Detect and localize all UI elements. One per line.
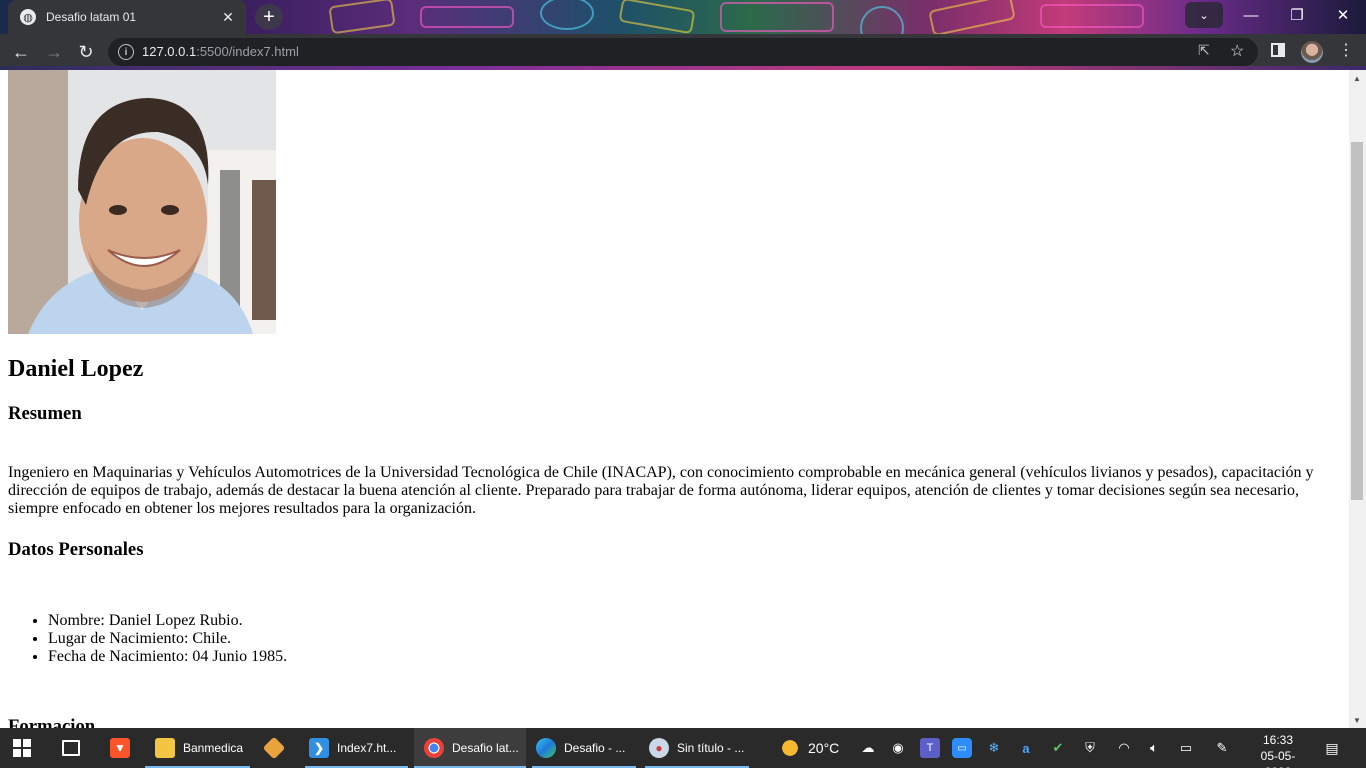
list-item: Nombre: Daniel Lopez Rubio. [48,612,1328,630]
wifi-icon[interactable]: ◠ [1114,738,1134,758]
amazon-icon[interactable]: a [1016,738,1036,758]
git-icon [262,736,286,760]
system-clock[interactable]: 16:33 05-05-2022 [1250,732,1306,780]
check-drive-icon[interactable]: ✔ [1048,738,1068,758]
page-viewport: Daniel Lopez Resumen Ingeniero en Maquin… [0,70,1349,728]
edge-icon [536,738,556,758]
battery-icon[interactable]: ▭ [1176,738,1196,758]
list-item: Lugar de Nacimiento: Chile. [48,630,1328,648]
taskbar-vscode[interactable]: ❯ Index7.ht... [305,728,408,768]
close-window-button[interactable]: ✕ [1320,0,1366,30]
taskbar-item-label: Desafio - ... [564,741,626,755]
weather-sun-icon [780,738,800,758]
datos-list: Nombre: Daniel Lopez Rubio. Lugar de Nac… [8,612,1328,666]
reload-icon[interactable]: ↻ [72,38,100,66]
zoom-icon[interactable]: ▭ [952,738,972,758]
taskbar-file-explorer[interactable]: Banmedica [145,728,250,768]
theme-doodle [1040,4,1144,28]
windows-taskbar: ▼ Banmedica ❯ Index7.ht... Desafio lat..… [0,728,1366,779]
taskbar-item-label: Banmedica [183,741,244,755]
url-host: 127.0.0.1 [142,44,197,59]
cloud-off-icon[interactable]: ☁ [858,738,878,758]
tab-title: Desafio latam 01 [46,10,137,24]
theme-doodle [540,0,594,30]
scroll-down-arrow-icon[interactable]: ▼ [1353,716,1361,725]
taskbar-git[interactable] [262,728,290,768]
weather-widget[interactable]: 20°C [780,728,839,768]
notification-icon[interactable]: ▤ [1322,738,1342,758]
url-path: :5500/index7.html [196,44,299,59]
profile-avatar[interactable] [1301,41,1323,63]
address-bar[interactable]: i 127.0.0.1:5500/index7.html ⇱ ☆ [108,38,1258,66]
taskbar-edge[interactable]: Desafio - ... [532,728,636,768]
teams-icon[interactable]: T [920,738,940,758]
browser-toolbar: ← → ↻ i 127.0.0.1:5500/index7.html ⇱ ☆ ⋮ [0,34,1366,70]
brave-icon: ▼ [110,738,130,758]
weather-temp: 20°C [808,740,840,756]
scroll-up-arrow-icon[interactable]: ▲ [1353,74,1361,83]
task-view-button[interactable] [62,728,88,768]
list-item: Fecha de Nacimiento: 04 Junio 1985. [48,648,1328,666]
resumen-paragraph: Ingeniero en Maquinarias y Vehículos Aut… [8,464,1314,517]
paint-palette-icon: ● [649,738,669,758]
back-arrow-icon[interactable]: ← [7,38,35,66]
tab-search-button[interactable]: ⌄ [1185,2,1223,28]
taskbar-brave[interactable]: ▼ [110,728,138,768]
url-text[interactable]: 127.0.0.1:5500/index7.html [142,44,299,59]
pen-icon[interactable]: ✎ [1212,738,1232,758]
chrome-icon [424,738,444,758]
scrollbar-thumb[interactable] [1351,142,1363,500]
folder-icon [155,738,175,758]
datos-personales-heading: Datos Personales [8,539,144,560]
theme-doodle [928,0,1016,34]
share-icon[interactable]: ⇱ [1198,42,1210,59]
tab-strip: ◍ Desafio latam 01 ✕ + ⌄ — ❐ ✕ [0,0,1366,34]
task-view-icon [62,740,80,756]
start-button[interactable] [12,728,32,768]
taskbar-item-label: Sin título - ... [677,741,745,755]
close-tab-icon[interactable]: ✕ [220,9,236,25]
security-shield-icon[interactable]: ⛨ [1080,738,1100,758]
taskbar-item-label: Desafio lat... [452,741,519,755]
snowflake-icon[interactable]: ❄ [984,738,1004,758]
theme-doodle [420,6,514,28]
globe-icon: ◍ [20,9,36,25]
theme-doodle [860,6,904,34]
formacion-heading: Formacion [8,716,96,728]
clock-time: 16:33 [1262,733,1294,747]
side-panel-icon[interactable] [1271,43,1285,57]
cv-content: Daniel Lopez Resumen Ingeniero en Maquin… [8,354,1328,728]
profile-photo [8,70,276,334]
restore-button[interactable]: ❐ [1274,0,1320,30]
more-menu-icon[interactable]: ⋮ [1336,40,1356,60]
person-name-heading: Daniel Lopez [8,356,144,382]
browser-tab-active[interactable]: ◍ Desafio latam 01 ✕ [8,0,246,34]
forward-arrow-icon[interactable]: → [40,38,68,66]
new-tab-button[interactable]: + [255,4,283,30]
theme-doodle [328,0,396,34]
windows-logo-icon [13,739,31,757]
bookmark-star-icon[interactable]: ☆ [1230,41,1244,61]
taskbar-chrome[interactable]: Desafio lat... [414,728,526,768]
theme-doodle [720,2,834,32]
taskbar-item-label: Index7.ht... [337,741,397,755]
volume-icon[interactable]: 🔈︎ [1144,738,1164,758]
vscode-icon: ❯ [309,738,329,758]
taskbar-paint[interactable]: ● Sin título - ... [645,728,749,768]
clock-date: 05-05-2022 [1260,749,1296,779]
minimize-button[interactable]: — [1228,0,1274,30]
page-scrollbar[interactable]: ▲ ▼ [1349,70,1366,728]
app-tray-icon[interactable]: ◉ [888,738,908,758]
theme-doodle [618,0,696,34]
site-info-icon[interactable]: i [118,44,134,60]
resumen-heading: Resumen [8,403,82,424]
